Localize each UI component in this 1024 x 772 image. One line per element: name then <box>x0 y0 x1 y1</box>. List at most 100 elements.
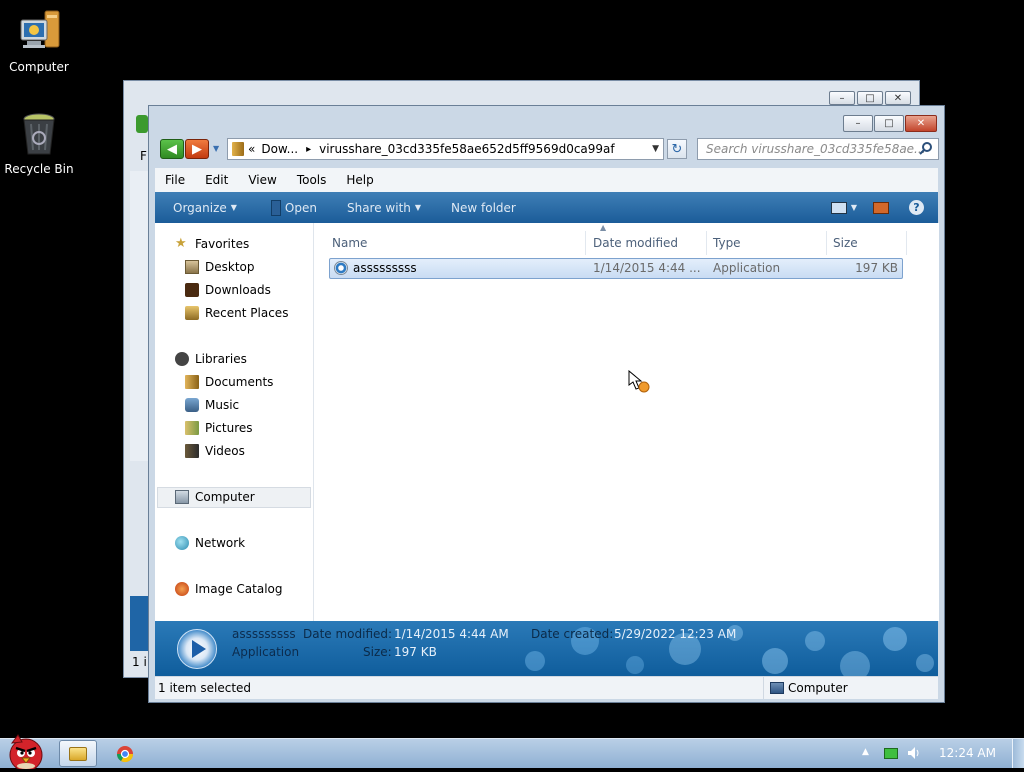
network-tray-icon[interactable] <box>884 748 898 759</box>
navigation-pane: ★ Favorites Desktop Downloads Recent Pla… <box>155 223 314 621</box>
nav-label: Pictures <box>205 421 253 435</box>
nav-favorites[interactable]: ★ Favorites <box>175 236 250 252</box>
help-icon: ? <box>909 200 924 215</box>
explorer-window[interactable]: – □ ✕ ◀ ▶ ▼ « Dow... ▸ virusshare_03cd33… <box>148 105 945 703</box>
close-button[interactable]: ✕ <box>885 91 911 105</box>
new-folder-label: New folder <box>451 200 516 215</box>
open-label: Open <box>284 200 317 215</box>
menu-file[interactable]: File <box>155 173 195 187</box>
nav-label: Computer <box>195 490 255 504</box>
help-button[interactable]: ? <box>899 200 938 215</box>
folder-icon <box>232 142 244 156</box>
menu-edit[interactable]: Edit <box>195 173 238 187</box>
computer-icon <box>770 682 784 694</box>
column-header-type[interactable]: Type <box>709 231 827 255</box>
breadcrumb-separator-icon[interactable]: ▸ <box>306 144 311 155</box>
address-dropdown-icon[interactable]: ▼ <box>652 144 659 154</box>
show-hidden-icons-button[interactable]: ▲ <box>862 747 869 757</box>
search-icon[interactable] <box>919 141 933 158</box>
search-input[interactable]: Search virusshare_03cd335fe58ae... <box>706 142 926 156</box>
nav-videos[interactable]: Videos <box>185 444 245 458</box>
organize-label: Organize <box>173 200 227 215</box>
refresh-button[interactable]: ↻ <box>667 139 687 159</box>
breadcrumb-downloads[interactable]: Dow... <box>261 142 298 156</box>
minimize-button[interactable]: – <box>843 115 873 132</box>
breadcrumb-current-folder[interactable]: virusshare_03cd335fe58ae652d5ff9569d0ca9… <box>319 142 615 156</box>
volume-tray-icon[interactable] <box>906 745 922 761</box>
nav-recent-places[interactable]: Recent Places <box>185 306 288 320</box>
menu-tools[interactable]: Tools <box>287 173 337 187</box>
desktop-icon-recycle-bin[interactable]: Recycle Bin <box>0 110 78 176</box>
taskbar: ▲ 12:24 AM <box>0 734 1024 772</box>
preview-pane-button[interactable] <box>863 201 899 214</box>
address-overflow-chevron[interactable]: « <box>248 142 255 156</box>
start-button[interactable] <box>0 733 50 772</box>
back-window-title-buttons: – □ ✕ <box>829 91 911 105</box>
status-location-label: Computer <box>788 681 848 695</box>
videos-icon <box>185 444 199 458</box>
show-desktop-button[interactable] <box>1012 739 1024 768</box>
search-box[interactable]: Search virusshare_03cd335fe58ae... <box>697 138 939 160</box>
recycle-bin-icon <box>15 110 63 158</box>
status-bar: 1 item selected Computer <box>155 676 938 699</box>
nav-libraries[interactable]: Libraries <box>175 352 247 366</box>
file-name: asssssssss <box>353 261 417 275</box>
menu-help[interactable]: Help <box>336 173 383 187</box>
nav-label: Libraries <box>195 352 247 366</box>
nav-label: Documents <box>205 375 274 389</box>
open-button[interactable]: Open <box>249 199 329 216</box>
music-icon <box>185 398 199 412</box>
nav-label: Favorites <box>195 237 250 251</box>
star-icon: ★ <box>175 236 187 251</box>
nav-documents[interactable]: Documents <box>185 375 273 389</box>
preview-pane-icon <box>873 201 889 214</box>
taskbar-clock[interactable]: 12:24 AM <box>939 746 996 760</box>
application-icon <box>334 261 348 275</box>
organize-button[interactable]: Organize ▼ <box>155 201 249 215</box>
desktop-icon-label: Computer <box>9 60 69 74</box>
column-header-name[interactable]: Name <box>328 231 586 255</box>
maximize-button[interactable]: □ <box>874 115 904 132</box>
column-header-date-modified[interactable]: Date modified <box>589 231 707 255</box>
chrome-icon <box>116 746 134 763</box>
taskbar-chrome-button[interactable] <box>116 745 134 763</box>
nav-label: Image Catalog <box>195 582 283 596</box>
back-arrow-icon: ◀ <box>167 141 177 157</box>
back-window-strip-blue <box>130 596 148 651</box>
recent-pages-dropdown-icon[interactable]: ▼ <box>213 144 219 153</box>
computer-icon <box>175 490 189 504</box>
address-bar[interactable]: « Dow... ▸ virusshare_03cd335fe58ae652d5… <box>227 138 664 160</box>
image-catalog-icon <box>175 582 189 596</box>
nav-computer[interactable]: Computer <box>175 490 255 504</box>
nav-downloads[interactable]: Downloads <box>185 283 271 297</box>
nav-label: Music <box>205 398 240 412</box>
details-size-value: 197 KB <box>394 645 437 659</box>
nav-label: Network <box>195 536 246 550</box>
back-button[interactable]: ◀ <box>160 139 184 159</box>
new-folder-button[interactable]: New folder <box>433 201 528 215</box>
details-date-modified-value: 1/14/2015 4:44 AM <box>394 627 509 641</box>
menu-view[interactable]: View <box>238 173 286 187</box>
column-header-label: Name <box>332 236 368 250</box>
minimize-button[interactable]: – <box>829 91 855 105</box>
column-header-size[interactable]: Size <box>829 231 907 255</box>
nav-label: Videos <box>205 444 245 458</box>
desktop-icon-computer[interactable]: Computer <box>0 8 78 74</box>
open-icon <box>270 199 281 216</box>
status-selected-count: 1 item selected <box>158 681 252 695</box>
change-view-button[interactable]: ▼ <box>825 201 863 214</box>
forward-button[interactable]: ▶ <box>185 139 209 159</box>
pictures-icon <box>185 421 199 435</box>
taskbar-explorer-button[interactable] <box>59 740 97 767</box>
nav-pictures[interactable]: Pictures <box>185 421 253 435</box>
nav-network[interactable]: Network <box>175 536 245 550</box>
file-row[interactable]: asssssssss 1/14/2015 4:44 ... Applicatio… <box>329 258 903 279</box>
back-window-menu-letter: F <box>140 149 147 163</box>
nav-image-catalog[interactable]: Image Catalog <box>175 582 282 596</box>
maximize-button[interactable]: □ <box>857 91 883 105</box>
close-button[interactable]: ✕ <box>905 115 937 132</box>
nav-desktop[interactable]: Desktop <box>185 260 255 274</box>
share-with-button[interactable]: Share with ▼ <box>329 201 433 215</box>
chevron-down-icon: ▼ <box>850 203 857 212</box>
nav-music[interactable]: Music <box>185 398 239 412</box>
